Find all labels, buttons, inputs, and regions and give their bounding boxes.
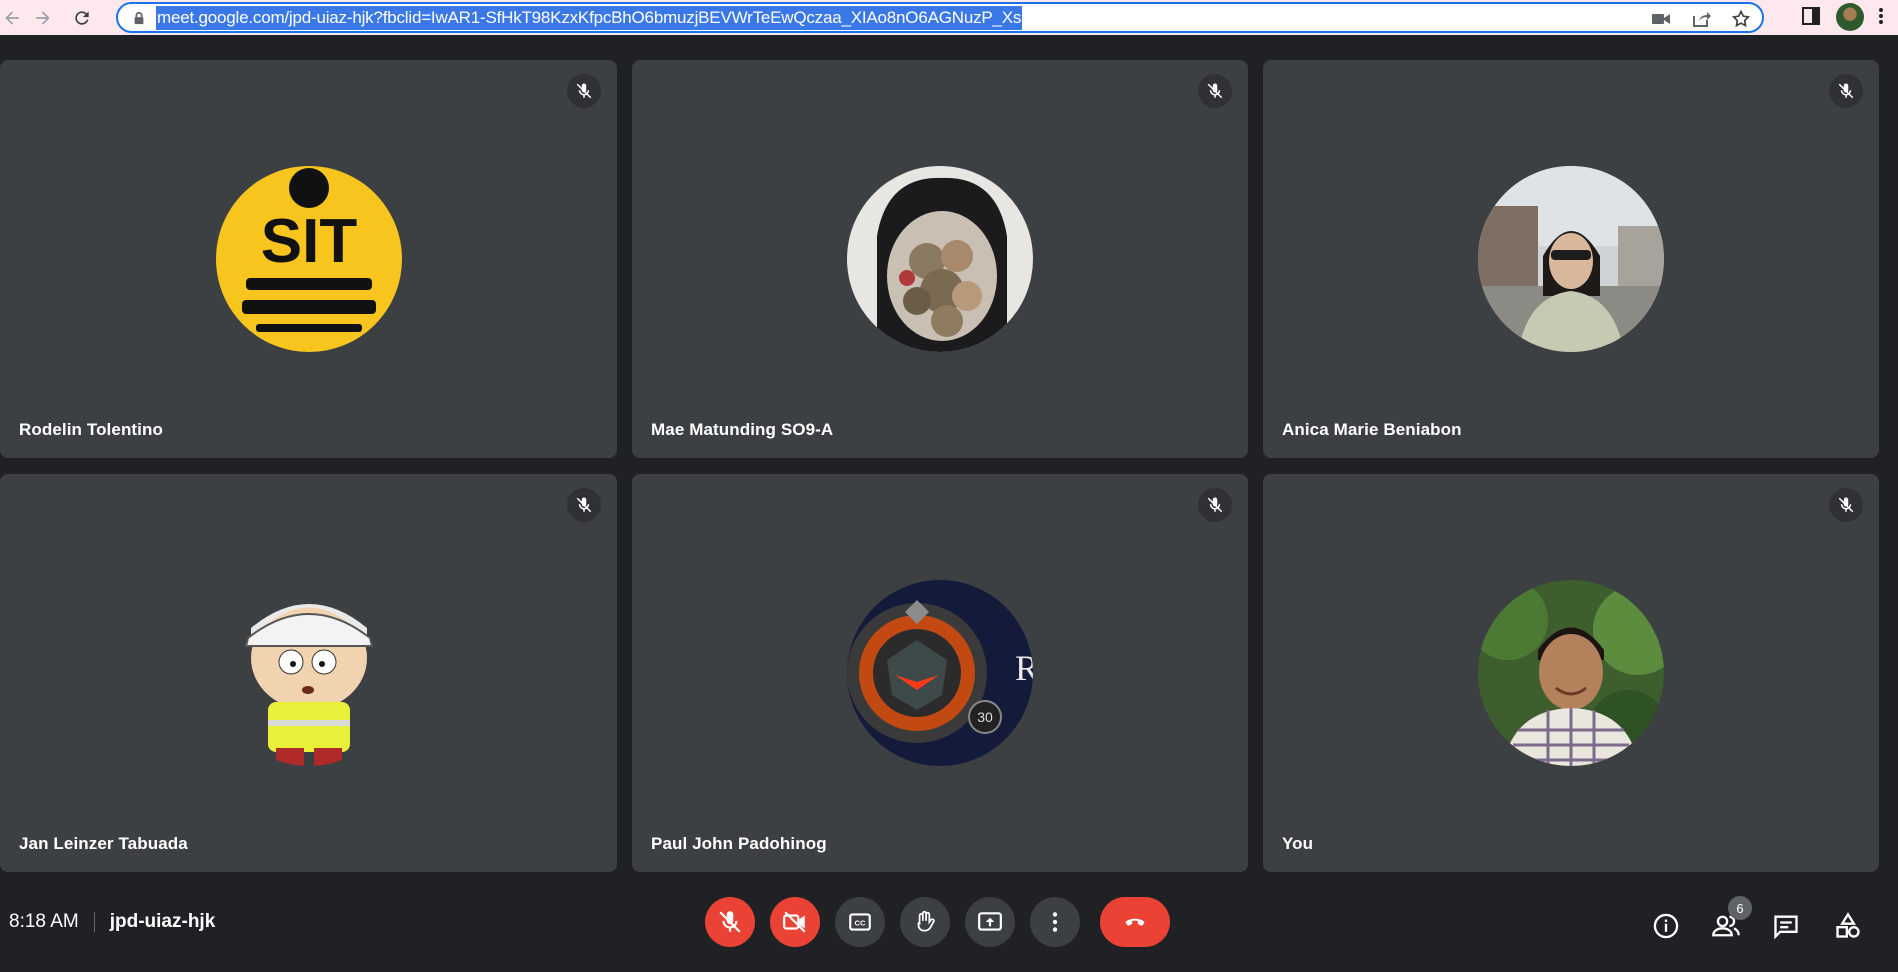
participant-name: You — [1282, 834, 1314, 853]
participant-tile[interactable]: You — [1263, 474, 1879, 872]
present-screen-button[interactable] — [965, 897, 1015, 947]
camera-icon[interactable] — [1650, 8, 1672, 30]
chat-button[interactable] — [1770, 910, 1802, 942]
avatar — [215, 580, 402, 766]
leave-call-button[interactable] — [1100, 897, 1170, 947]
avatar — [847, 166, 1033, 352]
url-text[interactable]: meet.google.com/jpd-uiaz-hjk?fbclid=IwAR… — [156, 5, 1023, 30]
mic-off-icon — [567, 488, 601, 522]
mic-off-icon — [1198, 74, 1232, 108]
captions-icon: CC — [849, 913, 871, 931]
back-icon[interactable] — [0, 0, 24, 35]
mic-off-icon — [1198, 488, 1232, 522]
share-icon[interactable] — [1690, 8, 1712, 30]
lock-icon[interactable] — [132, 11, 146, 25]
profile-avatar[interactable] — [1836, 3, 1864, 31]
divider — [93, 912, 95, 932]
meeting-code: jpd-uiaz-hjk — [109, 911, 216, 932]
participant-name: Jan Leinzer Tabuada — [19, 834, 188, 853]
svg-text:CC: CC — [855, 918, 866, 927]
raise-hand-button[interactable] — [900, 897, 950, 947]
participant-tile[interactable]: 30 R Paul John Padohinog — [632, 474, 1248, 872]
call-controls: CC — [705, 897, 1170, 947]
mic-off-icon — [567, 74, 601, 108]
avatar: SIT — [215, 166, 402, 352]
participant-count-badge: 6 — [1728, 896, 1752, 920]
camera-off-icon — [783, 911, 806, 933]
participant-name: Mae Matunding SO9-A — [651, 420, 834, 439]
more-vert-icon — [1052, 912, 1058, 932]
chat-icon — [1774, 915, 1798, 940]
participant-name: Rodelin Tolentino — [19, 420, 163, 439]
mic-off-icon — [719, 911, 741, 933]
participant-tile[interactable]: Mae Matunding SO9-A — [632, 60, 1248, 458]
activities-icon — [1836, 912, 1860, 938]
meeting-details-button[interactable] — [1650, 910, 1682, 942]
mic-off-icon — [1829, 74, 1863, 108]
level-text: 30 — [977, 709, 993, 725]
participant-name: Paul John Padohinog — [651, 834, 827, 853]
menu-icon[interactable] — [1878, 7, 1888, 27]
hand-icon — [917, 910, 935, 932]
mic-toggle-button[interactable] — [705, 897, 755, 947]
address-bar[interactable]: meet.google.com/jpd-uiaz-hjk?fbclid=IwAR… — [116, 2, 1764, 33]
avatar — [1478, 166, 1664, 352]
avatar — [1478, 580, 1664, 766]
present-icon — [978, 912, 1002, 931]
hangup-icon — [1125, 918, 1145, 926]
sit-logo-text: SIT — [260, 207, 357, 276]
meeting-controls-bar: 8:18 AM jpd-uiaz-hjk CC 6 — [0, 880, 1898, 972]
participant-tile[interactable]: Jan Leinzer Tabuada — [0, 474, 617, 872]
mic-off-icon — [1829, 488, 1863, 522]
meeting-time: 8:18 AM — [9, 911, 79, 932]
star-icon[interactable] — [1730, 8, 1752, 30]
people-button[interactable]: 6 — [1710, 896, 1752, 942]
participant-name: Anica Marie Beniabon — [1282, 420, 1462, 439]
meeting-details: 8:18 AM jpd-uiaz-hjk — [9, 911, 215, 933]
captions-button[interactable]: CC — [835, 897, 885, 947]
emblem-letter: R — [1015, 648, 1033, 688]
participant-tile[interactable]: SIT Rodelin Tolentino — [0, 60, 617, 458]
avatar: 30 R — [847, 580, 1033, 766]
camera-toggle-button[interactable] — [770, 897, 820, 947]
info-icon — [1653, 913, 1679, 939]
side-panel-icon[interactable] — [1802, 7, 1822, 27]
reload-icon[interactable] — [62, 0, 102, 35]
activities-button[interactable] — [1832, 910, 1864, 942]
participant-tile[interactable]: Anica Marie Beniabon — [1263, 60, 1879, 458]
more-options-button[interactable] — [1030, 897, 1080, 947]
browser-toolbar: meet.google.com/jpd-uiaz-hjk?fbclid=IwAR… — [0, 0, 1898, 35]
forward-icon[interactable] — [24, 0, 62, 35]
